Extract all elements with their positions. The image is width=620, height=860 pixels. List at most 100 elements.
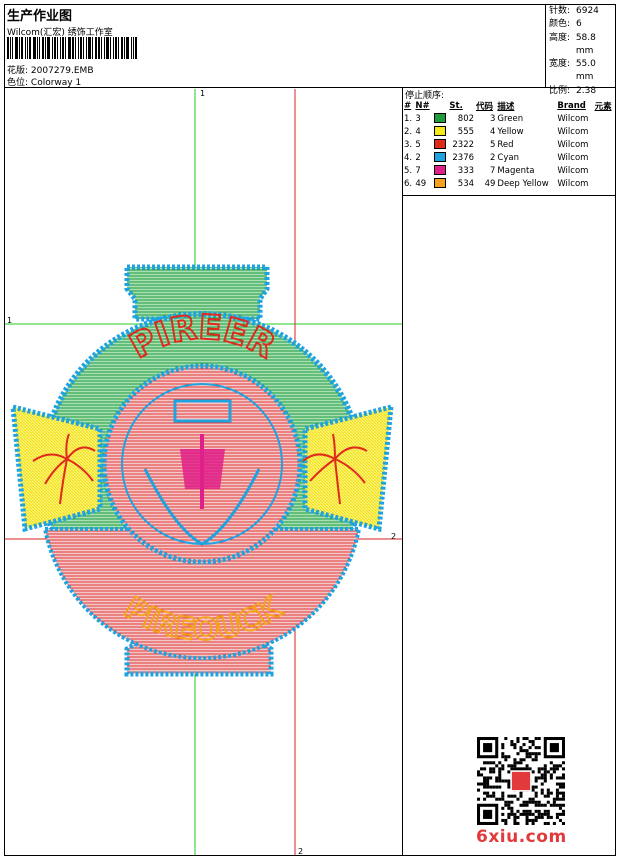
- qr-module: [522, 803, 526, 807]
- qr-module: [543, 776, 547, 780]
- qr-module: [507, 794, 511, 798]
- table-row: 6. 49 534 49 Deep Yellow Wilcom: [403, 177, 615, 190]
- row-element: [594, 151, 615, 164]
- barcode-bar: [83, 37, 84, 59]
- qr-module: [558, 791, 562, 795]
- barcode-bar: [126, 37, 129, 59]
- qr-module: [531, 740, 535, 744]
- qr-module: [540, 767, 544, 771]
- qr-module: [531, 812, 535, 816]
- qr-module: [501, 812, 505, 816]
- header: 生产作业图 Wilcom(汇宏) 绣饰工作室 花版: 2007279.EMB 色…: [4, 4, 616, 96]
- color-swatch: [433, 112, 449, 125]
- row-element: [594, 164, 615, 177]
- qr-module: [510, 800, 514, 804]
- qr-module: [519, 767, 523, 771]
- qr-module: [489, 767, 493, 771]
- row-element: [594, 177, 615, 190]
- qr-module: [552, 800, 556, 804]
- qr-module: [561, 773, 565, 777]
- qr-module: [498, 770, 502, 774]
- qr-module: [516, 815, 520, 819]
- qr-module: [555, 791, 559, 795]
- qr-module: [516, 752, 520, 756]
- qr-module: [531, 743, 535, 747]
- qr-module: [480, 767, 484, 771]
- col-index: #: [404, 101, 412, 111]
- barcode-bar: [19, 37, 20, 59]
- row-code: 7: [489, 165, 496, 176]
- qr-module: [495, 764, 499, 768]
- qr-module: [483, 761, 487, 765]
- qr-module: [525, 755, 529, 759]
- barcode-bar: [124, 37, 125, 59]
- qr-module: [555, 815, 559, 819]
- barcode-bar: [133, 37, 134, 59]
- color-swatch-box: [433, 178, 446, 189]
- qr-module: [513, 764, 517, 768]
- qr-module: [513, 758, 517, 762]
- barcode-bar: [135, 37, 137, 59]
- qr-module: [501, 767, 505, 771]
- table-row: 4. 2 2376 2 Cyan Wilcom: [403, 151, 615, 164]
- qr-module: [537, 737, 541, 741]
- qr-module: [516, 809, 520, 813]
- qr-module: [558, 818, 562, 822]
- barcode-bar: [104, 37, 105, 59]
- barcode-bar: [52, 37, 53, 59]
- header-left: 生产作业图 Wilcom(汇宏) 绣饰工作室 花版: 2007279.EMB 色…: [4, 4, 546, 88]
- qr-module: [540, 773, 544, 777]
- qr-module: [513, 815, 517, 819]
- qr-module: [501, 818, 505, 822]
- qr-module: [543, 770, 547, 774]
- qr-module: [531, 797, 535, 801]
- qr-module: [561, 761, 565, 765]
- qr-module: [549, 767, 553, 771]
- qr-module: [519, 761, 523, 765]
- qr-module: [483, 779, 487, 783]
- qr-module: [510, 764, 514, 768]
- qr-module: [534, 800, 538, 804]
- table-header-row: # N# St. 代码 描述 Brand 元素: [403, 100, 615, 112]
- qr-module: [489, 770, 493, 774]
- qr-module: [534, 815, 538, 819]
- qr-module: [528, 797, 532, 801]
- colorway: 色位: Colorway 1: [7, 75, 81, 88]
- row-stitches: 2376: [452, 152, 475, 163]
- qr-module: [555, 764, 559, 768]
- qr-module: [528, 767, 532, 771]
- design-stats: 针数: 6924 颜色: 6 高度: 58.8 mm 宽度: 55.0 mm 比例: 2.…: [549, 5, 616, 98]
- qr-module: [480, 773, 484, 777]
- qr-module: [534, 818, 538, 822]
- qr-module: [549, 743, 559, 753]
- row-needle: 49: [415, 178, 427, 189]
- row-code: 2: [489, 152, 496, 163]
- qr-module: [477, 770, 481, 774]
- qr-module: [555, 782, 559, 786]
- qr-module: [549, 761, 553, 765]
- qr-module: [507, 770, 511, 774]
- qr-module: [477, 773, 481, 777]
- qr-module: [531, 770, 535, 774]
- barcode-bar: [21, 37, 23, 59]
- qr-module: [483, 776, 487, 780]
- qr-module: [522, 749, 526, 753]
- qr-module: [513, 821, 517, 825]
- row-element: [594, 125, 615, 138]
- qr-module: [537, 809, 541, 813]
- qr-module: [480, 782, 484, 786]
- qr-module: [486, 779, 490, 783]
- qr-module: [561, 791, 565, 795]
- barcode-bar: [118, 37, 119, 59]
- qr-module: [513, 746, 517, 750]
- qr-module: [558, 806, 562, 810]
- qr-module: [483, 743, 493, 753]
- qr-module: [534, 746, 538, 750]
- qr-module: [543, 809, 547, 813]
- qr-module: [555, 797, 559, 801]
- qr-module: [528, 809, 532, 813]
- qr-module: [552, 797, 556, 801]
- qr-module: [492, 761, 496, 765]
- qr-module: [525, 818, 529, 822]
- col-code: 代码: [476, 102, 494, 112]
